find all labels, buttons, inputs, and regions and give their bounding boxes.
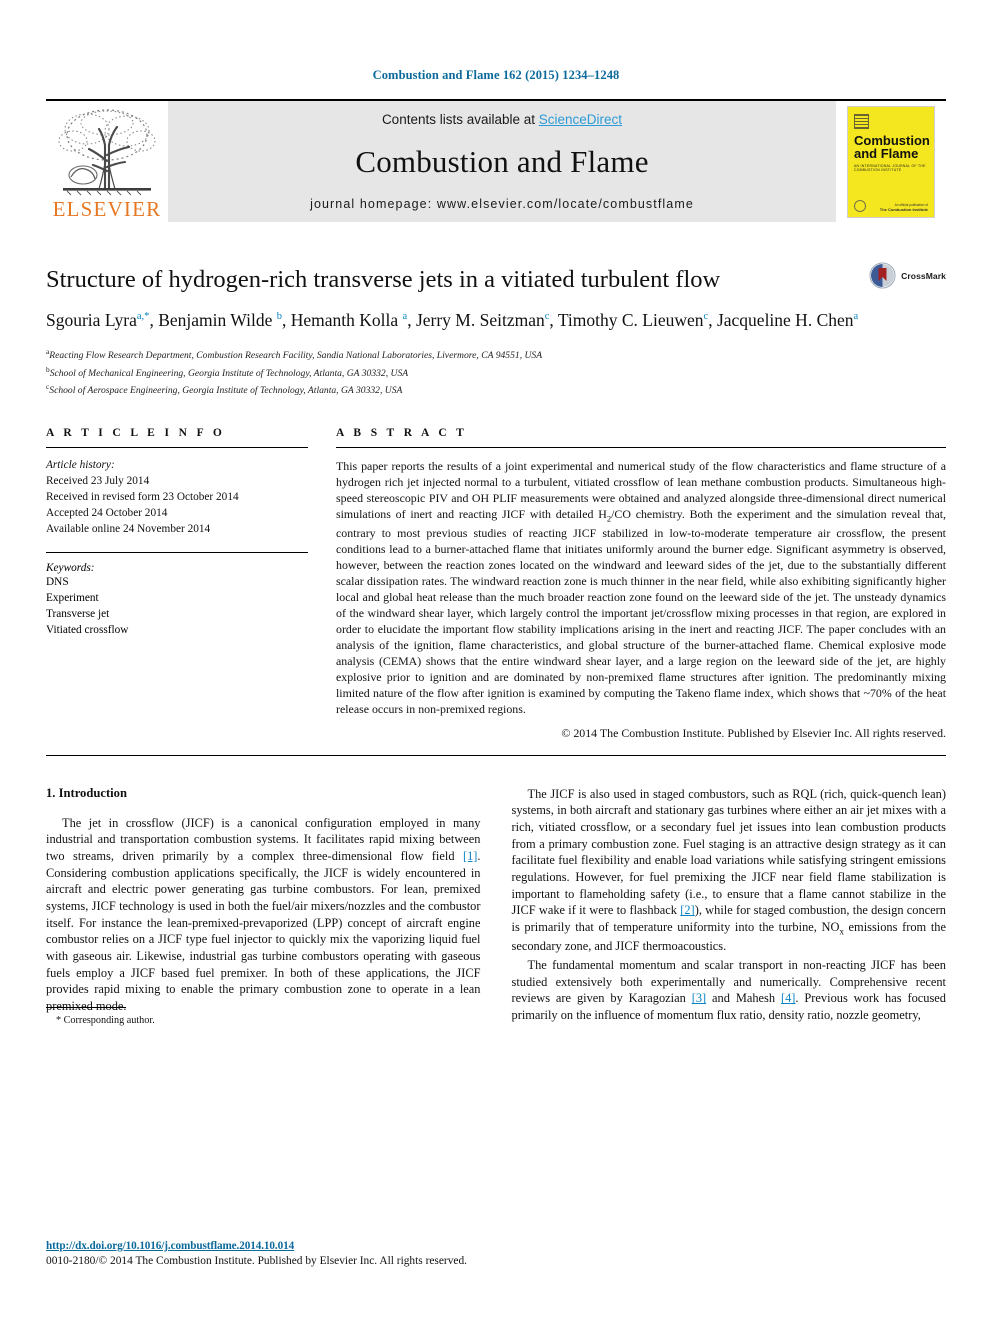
divider bbox=[336, 446, 946, 448]
cover-bottom-text: An official publication of The Combustio… bbox=[880, 203, 928, 212]
elsevier-tree-icon bbox=[53, 105, 161, 201]
abstract-copyright: © 2014 The Combustion Institute. Publish… bbox=[561, 725, 946, 740]
article-history: Article history: Received 23 July 2014 R… bbox=[46, 457, 308, 537]
citation-link[interactable]: [1] bbox=[463, 849, 477, 863]
journal-title: Combustion and Flame bbox=[355, 144, 649, 179]
author-item: Timothy C. Lieuwenc, bbox=[557, 310, 717, 331]
section-title-introduction: 1. Introduction bbox=[46, 785, 127, 800]
crossmark-badge[interactable]: CrossMark bbox=[869, 262, 946, 289]
footnote-divider bbox=[46, 1006, 126, 1008]
paragraph: The jet in crossflow (JICF) is a canonic… bbox=[46, 815, 481, 1015]
author-item: Sgouria Lyraa,*, bbox=[46, 310, 159, 331]
author-item: Benjamin Wilde b, bbox=[158, 310, 291, 331]
paragraph-text: The JICF is also used in staged combusto… bbox=[511, 786, 947, 918]
page-footer: http://dx.doi.org/10.1016/j.combustflame… bbox=[46, 1236, 946, 1267]
title-block: Structure of hydrogen-rich transverse je… bbox=[46, 262, 946, 399]
affiliation-item: bSchool of Mechanical Engineering, Georg… bbox=[46, 364, 946, 382]
author-item: Jerry M. Seitzmanc, bbox=[415, 310, 558, 331]
info-abstract-section: A R T I C L E I N F O Article history: R… bbox=[46, 427, 946, 741]
keywords-block: Keywords: DNS Experiment Transverse jet … bbox=[46, 551, 308, 638]
page-title: Structure of hydrogen-rich transverse je… bbox=[46, 266, 721, 293]
author-affil-mark: a,* bbox=[136, 311, 150, 323]
affiliation-text: Reacting Flow Research Department, Combu… bbox=[49, 350, 543, 362]
divider bbox=[46, 446, 308, 448]
article-page: Combustion and Flame 162 (2015) 1234–124… bbox=[0, 0, 992, 1323]
paragraph-text: The jet in crossflow (JICF) is a canonic… bbox=[46, 815, 481, 863]
journal-homepage[interactable]: journal homepage: www.elsevier.com/locat… bbox=[168, 197, 836, 211]
cover-subtitle: AN INTERNATIONAL JOURNAL OF THE COMBUSTI… bbox=[854, 164, 926, 172]
keyword-item: Vitiated crossflow bbox=[46, 624, 129, 636]
doi-link[interactable]: http://dx.doi.org/10.1016/j.combustflame… bbox=[46, 1240, 294, 1252]
divider bbox=[46, 754, 946, 756]
cover-elsevier-icon bbox=[854, 113, 869, 129]
affiliation-item: aReacting Flow Research Department, Comb… bbox=[46, 346, 946, 364]
author-affil-mark: c bbox=[544, 311, 550, 323]
author-affil-mark: c bbox=[703, 311, 709, 323]
article-info-heading: A R T I C L E I N F O bbox=[46, 426, 226, 439]
keyword-item: DNS bbox=[46, 575, 69, 588]
corresponding-author-footnote: * Corresponding author. bbox=[56, 1014, 155, 1026]
body-column-right: The JICF is also used in staged combusto… bbox=[512, 786, 947, 1026]
affiliation-item: cSchool of Aerospace Engineering, Georgi… bbox=[46, 381, 946, 399]
cover-title-line2: and Flame bbox=[854, 145, 919, 161]
abstract-column: A B S T R A C T This paper reports the r… bbox=[336, 427, 946, 741]
elsevier-logo: ELSEVIER bbox=[46, 101, 168, 222]
affiliation-text: School of Mechanical Engineering, Georgi… bbox=[49, 367, 409, 379]
cover-bottom-brand: The Combustion Institute bbox=[879, 206, 928, 212]
paragraph: The JICF is also used in staged combusto… bbox=[512, 786, 947, 956]
keyword-item: Experiment bbox=[46, 591, 99, 604]
history-item: Available online 24 November 2014 bbox=[46, 522, 211, 535]
citation-link[interactable]: [2] bbox=[680, 903, 694, 917]
footnote-area: * Corresponding author. bbox=[46, 1006, 481, 1026]
cover-seal-icon bbox=[854, 199, 866, 212]
cover-bottom: An official publication of The Combustio… bbox=[854, 199, 928, 212]
author-affil-mark: a bbox=[853, 311, 859, 323]
history-item: Received 23 July 2014 bbox=[46, 474, 150, 487]
keywords-label: Keywords: bbox=[46, 561, 95, 574]
paragraph-text: and Mahesh bbox=[706, 991, 781, 1006]
abstract-heading: A B S T R A C T bbox=[336, 426, 468, 439]
history-item: Accepted 24 October 2014 bbox=[46, 506, 168, 519]
citation-link[interactable]: [4] bbox=[781, 991, 795, 1005]
body-columns: 1. Introduction The jet in crossflow (JI… bbox=[46, 786, 946, 1026]
article-history-label: Article history: bbox=[46, 458, 115, 471]
contents-available-line: Contents lists available at ScienceDirec… bbox=[168, 112, 836, 127]
affiliation-list: aReacting Flow Research Department, Comb… bbox=[46, 346, 946, 399]
history-item: Received in revised form 23 October 2014 bbox=[46, 490, 239, 503]
author-item: Hemanth Kolla a, bbox=[290, 310, 416, 331]
cover-title: Combustion and Flame bbox=[854, 132, 930, 161]
issn-copyright-line: 0010-2180/© 2014 The Combustion Institut… bbox=[46, 1255, 467, 1267]
abstract-text: This paper reports the results of a join… bbox=[336, 458, 946, 717]
paragraph-text: . Considering combustion applications sp… bbox=[46, 848, 481, 1014]
affiliation-text: School of Aerospace Engineering, Georgia… bbox=[49, 385, 403, 397]
journal-masthead: ELSEVIER Contents lists available at Sci… bbox=[46, 99, 946, 222]
article-info-column: A R T I C L E I N F O Article history: R… bbox=[46, 427, 308, 741]
contents-prefix: Contents lists available at bbox=[381, 112, 539, 127]
masthead-center: Contents lists available at ScienceDirec… bbox=[168, 101, 836, 222]
author-affil-mark: a bbox=[402, 311, 408, 323]
body-column-left: 1. Introduction The jet in crossflow (JI… bbox=[46, 786, 481, 1026]
running-head: Combustion and Flame 162 (2015) 1234–124… bbox=[372, 68, 620, 82]
journal-cover-thumbnail[interactable]: Combustion and Flame AN INTERNATIONAL JO… bbox=[836, 101, 946, 222]
author-list: Sgouria Lyraa,*, Benjamin Wilde b, Heman… bbox=[46, 308, 946, 333]
paragraph: The fundamental momentum and scalar tran… bbox=[512, 957, 947, 1024]
sciencedirect-link[interactable]: ScienceDirect bbox=[539, 112, 622, 127]
cover-title-line1: Combustion bbox=[854, 132, 930, 148]
author-item: Jacqueline H. Chena bbox=[716, 310, 859, 331]
crossmark-icon bbox=[869, 262, 896, 289]
elsevier-wordmark: ELSEVIER bbox=[52, 197, 162, 221]
divider bbox=[46, 551, 308, 553]
crossmark-label: CrossMark bbox=[901, 270, 946, 281]
citation-link[interactable]: [3] bbox=[692, 991, 706, 1005]
journal-cover-image: Combustion and Flame AN INTERNATIONAL JO… bbox=[847, 105, 935, 218]
keyword-item: Transverse jet bbox=[46, 607, 110, 620]
abstract-part2: /CO chemistry. Both the experiment and t… bbox=[336, 506, 947, 716]
author-affil-mark: b bbox=[276, 311, 282, 323]
